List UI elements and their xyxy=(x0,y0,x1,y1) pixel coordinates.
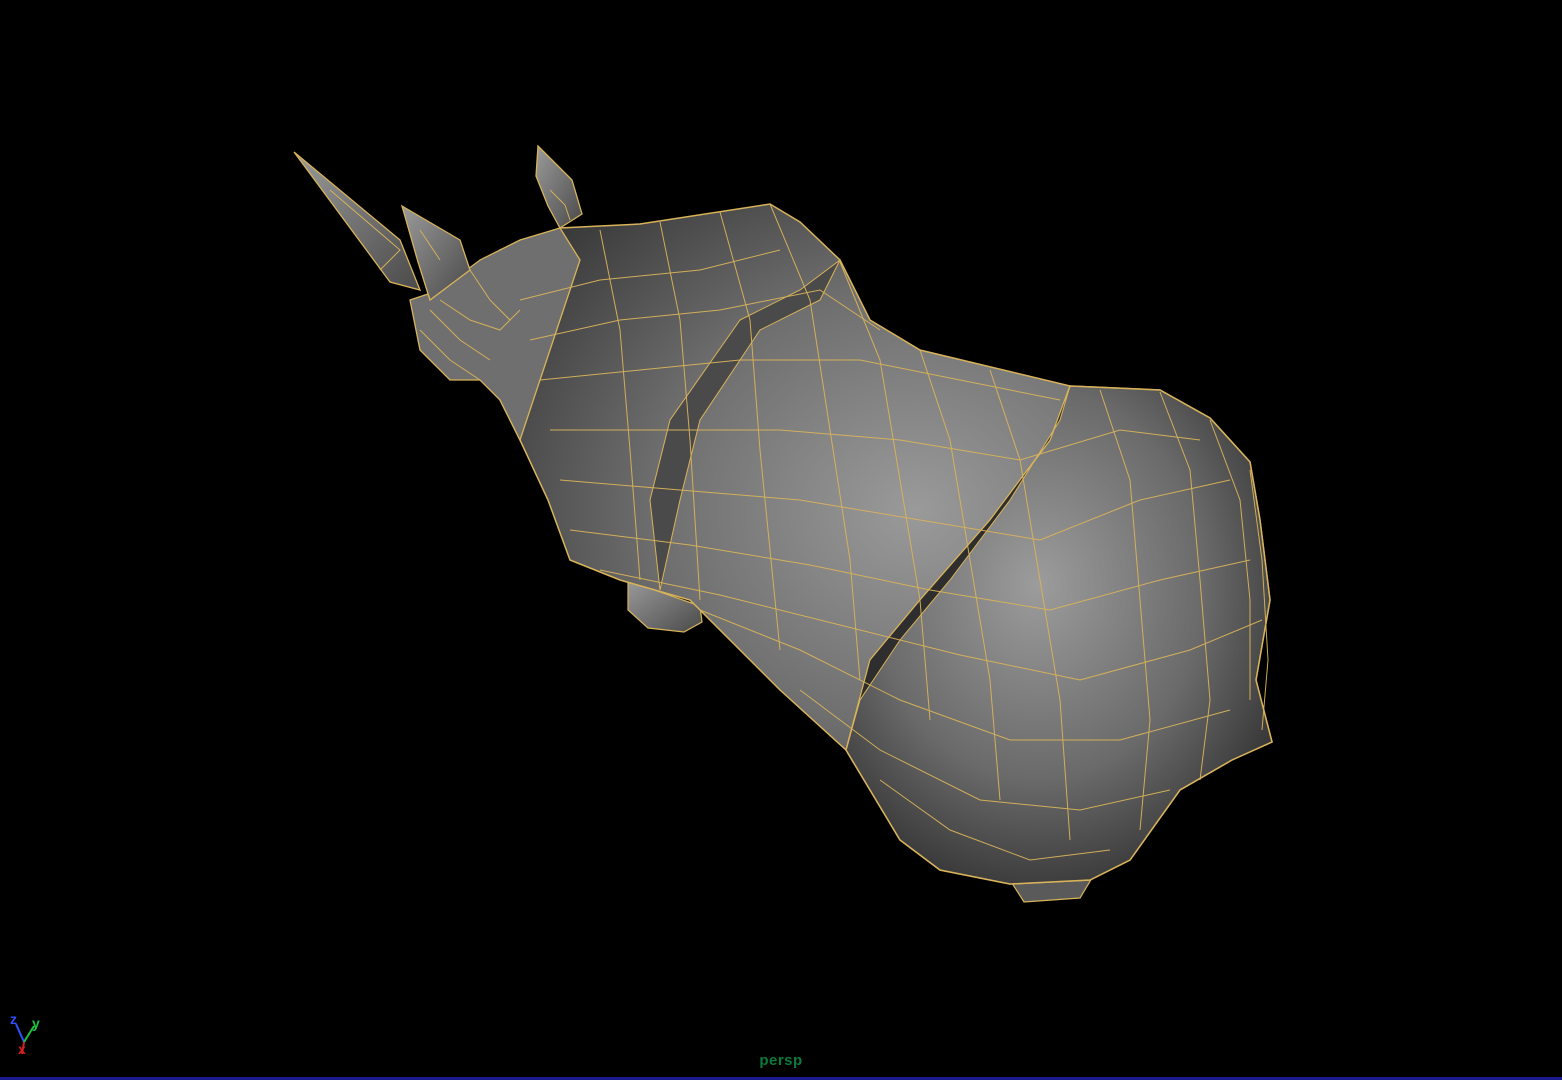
camera-label: persp xyxy=(759,1052,803,1069)
axis-z-label: z xyxy=(10,1011,17,1027)
persp-viewport[interactable]: z y x persp xyxy=(0,0,1562,1080)
rhino-mesh[interactable] xyxy=(0,0,1562,1060)
axis-y-label: y xyxy=(32,1015,40,1031)
front-horn xyxy=(293,151,422,291)
ear xyxy=(535,144,583,229)
